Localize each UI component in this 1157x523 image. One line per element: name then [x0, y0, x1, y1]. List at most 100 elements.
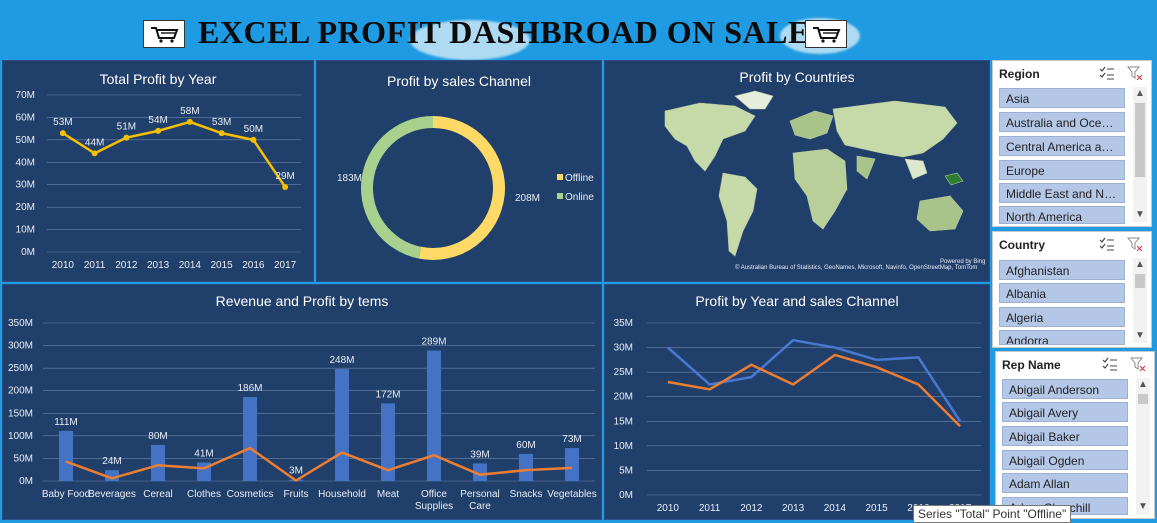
rep-name-slicer[interactable]: Rep Name Abigail Anderson Abigail Avery … [995, 351, 1155, 519]
slicer-item[interactable]: Algeria [999, 307, 1125, 327]
y-tick-label: 0M [21, 247, 35, 258]
data-label: 80M [148, 431, 167, 442]
slicer-item[interactable]: North America [999, 206, 1125, 224]
x-tick-label: 2015 [211, 260, 234, 271]
series-line [667, 338, 962, 422]
y-tick-label: 10M [614, 441, 633, 452]
data-label: 248M [329, 355, 354, 366]
data-label: 3M [289, 466, 303, 477]
y-tick-label: 70M [16, 90, 35, 101]
slicer-scrollbar[interactable]: ▲ ▼ [1136, 378, 1150, 514]
clear-filter-icon[interactable] [1126, 237, 1143, 256]
dashboard-title: EXCEL PROFIT DASHBROAD ON SALES [198, 14, 829, 50]
scroll-down-icon[interactable]: ▼ [1133, 208, 1147, 222]
x-tick-label: 2014 [824, 503, 847, 514]
data-label: 289M [421, 337, 446, 348]
clear-filter-icon[interactable] [1126, 66, 1143, 85]
slicer-title: Region [999, 67, 1040, 81]
region-slicer[interactable]: Region Asia Australia and Oceania Centra… [992, 60, 1152, 227]
x-tick-label: Beverages [88, 489, 136, 500]
legend-label: Online [565, 192, 594, 203]
data-label: 60M [516, 440, 535, 451]
y-tick-label: 20M [614, 392, 633, 403]
x-tick-label: Household [318, 489, 366, 500]
x-tick-label: 2017 [274, 260, 297, 271]
multi-select-icon[interactable] [1099, 66, 1115, 85]
bar [335, 369, 349, 481]
data-label: 50M [244, 124, 263, 135]
slicer-item[interactable]: Abigail Anderson [1002, 379, 1128, 399]
y-tick-label: 50M [16, 135, 35, 146]
slicer-item[interactable]: Andorra [999, 330, 1125, 345]
y-tick-label: 35M [614, 318, 633, 329]
data-label: 208M [515, 193, 540, 204]
scroll-up-icon[interactable]: ▲ [1133, 87, 1147, 101]
slicer-item[interactable]: Adam Allan [1002, 473, 1128, 493]
slicer-item[interactable]: Abigail Baker [1002, 426, 1128, 446]
x-tick-label: 2012 [740, 503, 763, 514]
data-label: 24M [102, 456, 121, 467]
data-point [282, 183, 289, 190]
legend-swatch [557, 174, 563, 180]
x-tick-label: 2011 [84, 260, 106, 271]
y-tick-label: 150M [8, 408, 33, 419]
x-tick-label: 2013 [147, 260, 170, 271]
slicer-item[interactable]: Asia [999, 88, 1125, 108]
x-tick-label: Fruits [284, 489, 309, 500]
y-tick-label: 5M [619, 465, 633, 476]
data-point [186, 118, 193, 125]
x-tick-label: Personal [460, 489, 499, 500]
x-tick-label: Supplies [415, 501, 453, 512]
series-line [65, 446, 573, 483]
y-tick-label: 50M [14, 453, 33, 464]
multi-line-chart: 0M 5M 10M 15M 20M 25M 30M 35M 2010 2011 2012 2013 20… [614, 318, 981, 514]
x-tick-label: Baby Food [42, 489, 90, 500]
slicer-scrollbar[interactable]: ▲ ▼ [1133, 87, 1147, 222]
shopping-cart-icon [143, 20, 185, 48]
slicer-title: Country [999, 238, 1045, 252]
slicer-item[interactable]: Albania [999, 283, 1125, 303]
slicer-item[interactable]: Central America an... [999, 136, 1125, 156]
chart-profit-by-year-and-channel[interactable]: Profit by Year and sales Channel 0M 5M 10M… [604, 284, 990, 520]
scroll-up-icon[interactable]: ▲ [1136, 378, 1150, 392]
data-label: 73M [562, 434, 581, 445]
chart-profit-by-countries[interactable]: Profit by Countries © Australian Bureau … [604, 60, 990, 282]
slicer-item[interactable]: Middle East and No... [999, 183, 1125, 203]
scroll-down-icon[interactable]: ▼ [1136, 500, 1150, 514]
bar [59, 430, 73, 481]
x-tick-label: 2012 [115, 260, 138, 271]
series-line [667, 353, 962, 428]
data-point [218, 130, 225, 137]
x-tick-label: Office [421, 489, 447, 500]
x-tick-label: Cosmetics [227, 489, 274, 500]
chart-profit-by-sales-channel[interactable]: Profit by sales Channel 208M 183M Offline O… [316, 60, 602, 282]
scroll-up-icon[interactable]: ▲ [1133, 258, 1147, 272]
slicer-item[interactable]: Australia and Oceania [999, 112, 1125, 132]
clear-filter-icon[interactable] [1129, 357, 1146, 376]
slicer-item[interactable]: Abigail Ogden [1002, 450, 1128, 470]
x-tick-label: Snacks [510, 489, 543, 500]
donut-slice [418, 116, 505, 260]
chart-revenue-and-profit-by-items[interactable]: Revenue and Profit by tems 0M 50M 100M 150M… [2, 284, 602, 520]
country-slicer[interactable]: Country Afghanistan Albania Algeria Ando… [992, 231, 1152, 348]
chart-total-profit-by-year[interactable]: Total Profit by Year 0M 10M 20M 30M 40M 50M 60… [2, 60, 314, 282]
chart-tooltip: Series "Total" Point "Offline" [913, 505, 1072, 523]
combo-chart: 0M 50M 100M 150M 200M 250M 300M 350M Baby FoodBe… [8, 318, 597, 512]
multi-select-icon[interactable] [1099, 237, 1115, 256]
y-tick-label: 60M [16, 112, 35, 123]
data-label: 53M [212, 117, 231, 128]
bar [151, 444, 165, 481]
slicer-item[interactable]: Europe [999, 160, 1125, 180]
slicer-item[interactable]: Abigail Avery [1002, 402, 1128, 422]
multi-select-icon[interactable] [1102, 357, 1118, 376]
donut-slice [360, 116, 433, 259]
scroll-down-icon[interactable]: ▼ [1133, 329, 1147, 343]
x-tick-label: Cereal [143, 489, 172, 500]
legend-label: Offline [565, 173, 594, 184]
data-label: 41M [194, 448, 213, 459]
data-label: 53M [53, 117, 72, 128]
bar [427, 350, 441, 481]
x-tick-label: 2013 [782, 503, 805, 514]
slicer-item[interactable]: Afghanistan [999, 260, 1125, 280]
slicer-scrollbar[interactable]: ▲ ▼ [1133, 258, 1147, 343]
